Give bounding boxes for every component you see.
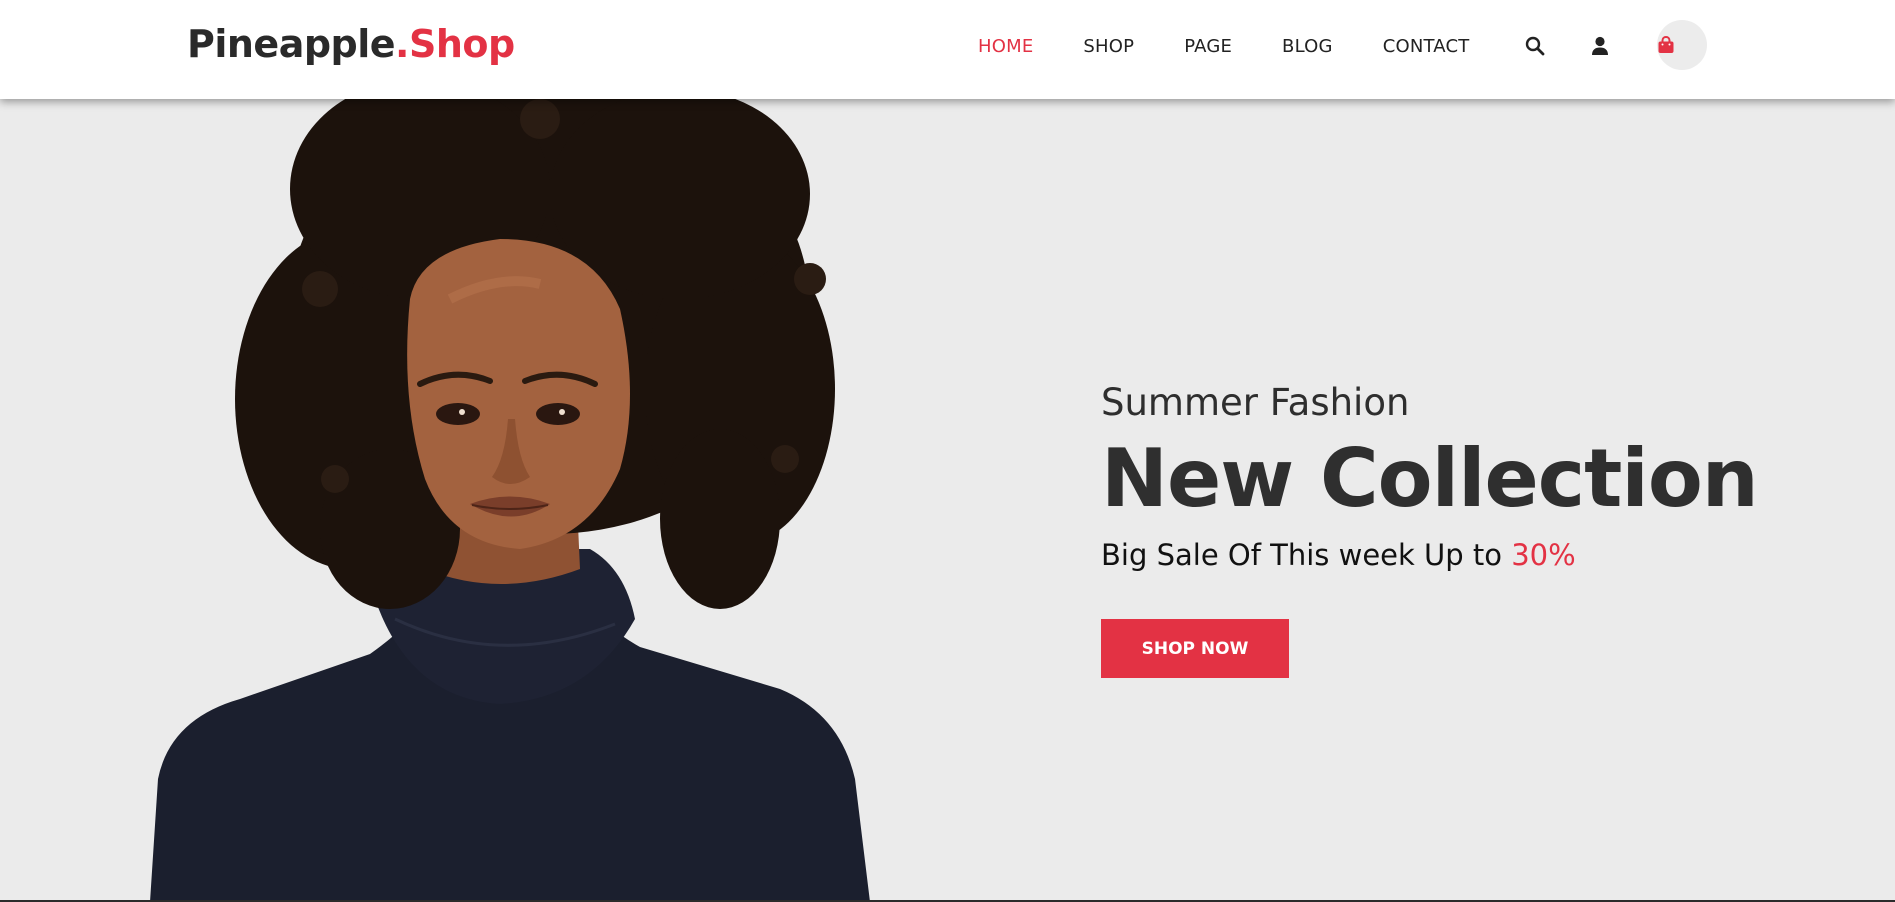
- hero-sale-text: Big Sale Of This week Up to 30%: [1101, 535, 1821, 575]
- hero-text-block: Summer Fashion New Collection Big Sale O…: [1101, 379, 1821, 678]
- shopping-bag-icon: [1658, 36, 1674, 53]
- shop-now-button[interactable]: SHOP NOW: [1101, 619, 1289, 678]
- user-icon: [1592, 36, 1608, 55]
- sale-percent: 30%: [1511, 538, 1576, 572]
- logo[interactable]: Pineapple.Shop: [187, 22, 515, 66]
- hero-subtitle: Summer Fashion: [1101, 381, 1410, 424]
- cart-button[interactable]: [1657, 20, 1707, 70]
- hero-banner: Summer Fashion New Collection Big Sale O…: [0, 99, 1895, 902]
- search-icon: [1525, 36, 1545, 56]
- sale-text-prefix: Big Sale Of This week Up to: [1101, 538, 1512, 572]
- nav-shop-link[interactable]: SHOP: [1083, 36, 1134, 57]
- nav-blog-link[interactable]: BLOG: [1282, 36, 1333, 57]
- account-button[interactable]: [1587, 33, 1613, 59]
- logo-accent-text: .Shop: [395, 22, 515, 66]
- left-eye-shape: [436, 403, 480, 425]
- nav-contact-link[interactable]: CONTACT: [1383, 36, 1470, 57]
- hero-title: New Collection: [1101, 432, 1759, 525]
- main-nav: HOME SHOP PAGE BLOG CONTACT: [978, 34, 1519, 58]
- search-button[interactable]: [1522, 33, 1548, 59]
- right-eye-shape: [536, 403, 580, 425]
- page: Pineapple.Shop HOME SHOP PAGE BLOG CONTA…: [0, 0, 1895, 902]
- nav-page-link[interactable]: PAGE: [1184, 36, 1232, 57]
- nav-home-link[interactable]: HOME: [978, 36, 1033, 57]
- hero-model-image: [150, 99, 870, 902]
- site-header: Pineapple.Shop HOME SHOP PAGE BLOG CONTA…: [0, 0, 1895, 99]
- logo-main-text: Pineapple: [187, 22, 396, 66]
